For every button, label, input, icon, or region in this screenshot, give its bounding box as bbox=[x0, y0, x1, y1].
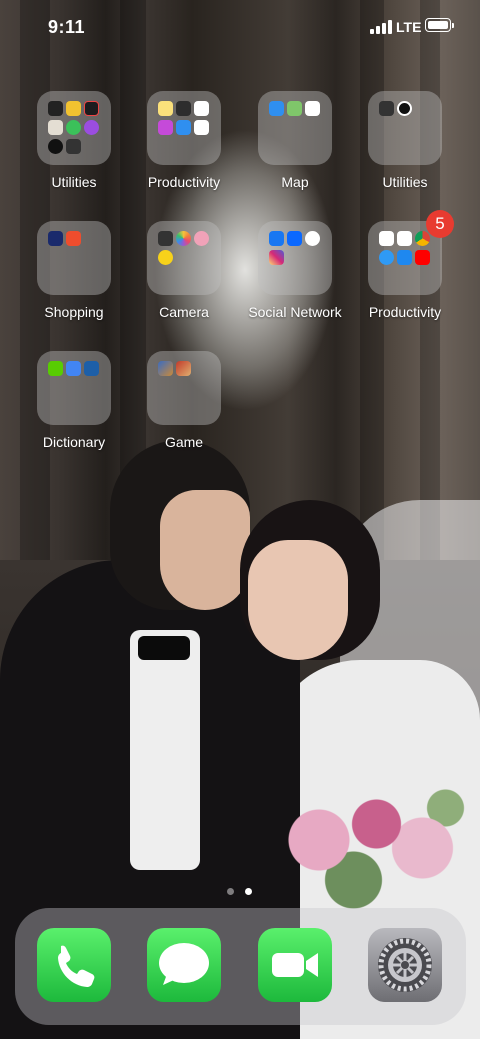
folder-icon[interactable] bbox=[147, 351, 221, 425]
folder-label: Game bbox=[164, 434, 204, 450]
clock-icon bbox=[397, 101, 412, 116]
folder-icon[interactable] bbox=[147, 221, 221, 295]
youtube-icon bbox=[415, 250, 430, 265]
folder-label: Map bbox=[281, 174, 309, 190]
folder-icon[interactable]: 5 bbox=[368, 210, 454, 295]
page-dot[interactable] bbox=[227, 888, 234, 895]
cellular-signal-icon bbox=[370, 20, 392, 34]
watch-icon bbox=[48, 139, 63, 154]
folder-label: Dictionary bbox=[42, 434, 106, 450]
facetime-icon bbox=[272, 953, 318, 977]
zalo-icon bbox=[287, 231, 302, 246]
battery-icon bbox=[425, 18, 454, 32]
shopee-icon bbox=[66, 231, 81, 246]
google-drive-icon bbox=[379, 231, 394, 246]
facebook-icon bbox=[269, 231, 284, 246]
folder-label: Productivity bbox=[368, 304, 442, 320]
messenger-icon bbox=[305, 231, 320, 246]
folder-map[interactable]: Map bbox=[240, 91, 350, 190]
folder-dictionary[interactable]: Dictionary bbox=[19, 351, 129, 450]
folder-label: Productivity bbox=[147, 174, 221, 190]
find-my-icon bbox=[66, 120, 81, 135]
folder-label: Shopping bbox=[44, 304, 104, 320]
folder-label: Camera bbox=[159, 304, 209, 320]
folder-icon[interactable] bbox=[37, 351, 111, 425]
folder-icon[interactable] bbox=[368, 91, 442, 165]
settings-app[interactable] bbox=[368, 928, 442, 1002]
folder-shopping[interactable]: Shopping bbox=[19, 221, 129, 320]
reminders-icon bbox=[194, 101, 209, 116]
messages-app[interactable] bbox=[147, 928, 221, 1002]
folder-camera[interactable]: Camera bbox=[129, 221, 239, 320]
contacts-icon bbox=[48, 120, 63, 135]
yellow-camera-icon bbox=[158, 250, 173, 265]
folder-icon[interactable] bbox=[37, 91, 111, 165]
maps-icon bbox=[287, 101, 302, 116]
folder-game[interactable]: Game bbox=[129, 351, 239, 450]
folder-label: Utilities bbox=[382, 174, 428, 190]
folder-social-network[interactable]: Social Network bbox=[240, 221, 350, 320]
google-translate-icon bbox=[66, 361, 81, 376]
camera-icon bbox=[158, 231, 173, 246]
network-type: LTE bbox=[396, 19, 422, 35]
folder-utilities-2[interactable]: Utilities bbox=[350, 91, 460, 190]
photos-icon bbox=[176, 231, 191, 246]
status-bar: 9:11 LTE bbox=[0, 0, 480, 50]
folder-label: Social Network bbox=[248, 304, 342, 320]
podcasts-icon bbox=[84, 120, 99, 135]
folder-productivity-2[interactable]: 5 Productivity bbox=[350, 210, 460, 320]
chrome-icon bbox=[415, 231, 430, 246]
notes-icon bbox=[158, 101, 173, 116]
lazada-icon bbox=[48, 231, 63, 246]
health-icon bbox=[194, 120, 209, 135]
notification-badge: 5 bbox=[426, 210, 454, 238]
settings-gear-icon bbox=[378, 938, 432, 992]
page-indicator[interactable] bbox=[227, 888, 253, 896]
voice-memos-icon bbox=[84, 101, 99, 116]
wallet-icon bbox=[176, 101, 191, 116]
facetime-app[interactable] bbox=[258, 928, 332, 1002]
calculator-icon bbox=[379, 101, 394, 116]
folder-productivity[interactable]: Productivity bbox=[129, 91, 239, 190]
folder-icon[interactable] bbox=[147, 91, 221, 165]
status-time: 9:11 bbox=[48, 17, 86, 37]
flashlight-icon bbox=[66, 101, 81, 116]
duolingo-icon bbox=[48, 361, 63, 376]
instagram-icon bbox=[269, 250, 284, 265]
folder-icon[interactable] bbox=[258, 221, 332, 295]
page-dot-active[interactable] bbox=[245, 888, 252, 895]
calculator-icon bbox=[66, 139, 81, 154]
files-icon bbox=[176, 120, 191, 135]
files-icon bbox=[269, 101, 284, 116]
dock bbox=[15, 908, 466, 1025]
game-one-icon bbox=[158, 361, 173, 376]
app-store-icon bbox=[397, 250, 412, 265]
gmail-icon bbox=[305, 101, 320, 116]
folder-utilities[interactable]: Utilities bbox=[19, 91, 129, 190]
folder-icon[interactable] bbox=[258, 91, 332, 165]
folder-icon[interactable] bbox=[37, 221, 111, 295]
messages-icon bbox=[159, 943, 209, 985]
phone-app[interactable] bbox=[37, 928, 111, 1002]
camera-icon bbox=[48, 101, 63, 116]
dictionary-icon bbox=[84, 361, 99, 376]
snapseed-icon bbox=[194, 231, 209, 246]
folder-label: Utilities bbox=[51, 174, 97, 190]
game-two-icon bbox=[176, 361, 191, 376]
safari-icon bbox=[379, 250, 394, 265]
itunes-store-icon bbox=[158, 120, 173, 135]
phone-icon bbox=[58, 945, 95, 987]
google-photos-icon bbox=[397, 231, 412, 246]
